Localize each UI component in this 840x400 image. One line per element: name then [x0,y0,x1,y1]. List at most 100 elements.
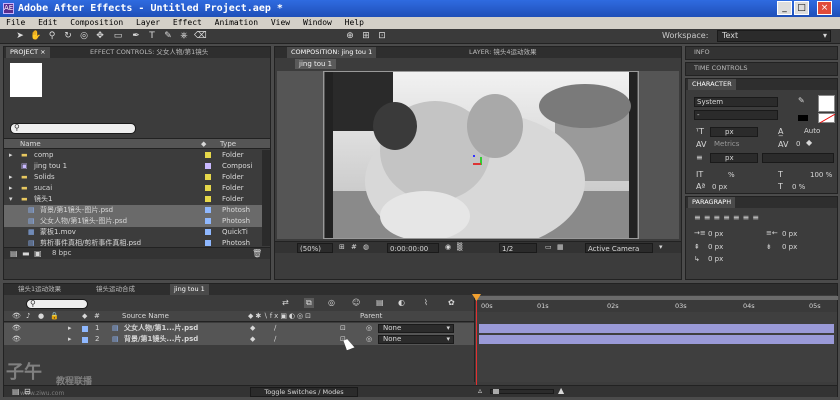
video-eye-icon[interactable]: 👁 [12,323,21,334]
column-type[interactable]: Type [220,139,236,150]
layer-name[interactable]: 背景/第1镜头...片.psd [124,334,198,345]
label-color-swatch[interactable] [205,152,211,158]
time-controls-panel[interactable]: TIME CONTROLS [685,62,838,76]
menu-edit[interactable]: Edit [38,18,57,27]
close-button[interactable]: × [817,1,832,15]
list-item[interactable]: ▸ ▬ Solids Folder [4,172,264,183]
label-color-swatch[interactable] [205,240,211,246]
character-panel-title[interactable]: CHARACTER [688,79,736,90]
tab-effect-controls[interactable]: EFFECT CONTROLS: 父女人物/第1镜头 [86,47,212,58]
column-name[interactable]: Name [20,139,41,150]
menu-window[interactable]: Window [303,18,332,27]
layer-time-graph[interactable] [474,312,837,382]
parent-dropdown[interactable]: None ▾ [378,324,454,333]
collapse-arrow-icon[interactable]: ▾ [9,194,13,205]
slider-thumb[interactable] [493,389,499,394]
composition-breadcrumb[interactable]: jing tou 1 [295,59,337,69]
project-scrollbar[interactable] [262,150,270,246]
playhead-line[interactable] [476,294,477,397]
label-color-swatch[interactable] [82,326,88,332]
table-row[interactable]: 👁 ▸ 1 ▤ 父女人物/第1...片.psd ◆ ∕ ⊡ ◎ None ▾ [4,323,474,334]
zoom-in-icon[interactable]: ▲ [558,386,564,395]
show-channel-icon[interactable]: ▒ [457,242,462,253]
tab-composition[interactable]: COMPOSITION: jing tou 1 [287,47,377,58]
tab-project[interactable]: PROJECT × [6,47,50,58]
layer-duration-bar[interactable] [479,335,834,344]
view-layout-icon[interactable]: ▾ [659,242,663,253]
parent-dropdown[interactable]: None ▾ [378,335,454,344]
view-axis-icon[interactable]: ⊡ [376,30,388,42]
current-time-field[interactable]: 0:00:00:00 [387,243,439,253]
font-family-dropdown[interactable]: System [694,97,778,107]
quality-switch-icon[interactable]: ∕ [274,323,276,334]
font-size-field[interactable]: px [710,127,758,137]
label-color-swatch[interactable] [205,218,211,224]
menu-composition[interactable]: Composition [70,18,123,27]
bit-depth-label[interactable]: 8 bpc [52,249,71,257]
horizontal-type-tool-icon[interactable]: T [146,30,158,42]
audio-icon[interactable]: ♪ [26,311,30,322]
new-folder-icon[interactable]: ▬ [22,249,30,258]
space-after-value[interactable]: 0 px [782,243,797,251]
grid-icon[interactable]: # [351,242,357,253]
lock-icon[interactable]: 🔒 [50,311,59,322]
menu-layer[interactable]: Layer [136,18,160,27]
interpret-footage-icon[interactable]: ▤ [10,249,18,258]
font-style-dropdown[interactable]: - [694,110,778,120]
tsume-value[interactable]: 0 % [792,183,805,191]
list-item[interactable]: ▣ jing tou 1 Composi [4,161,264,172]
zoom-out-icon[interactable]: ▵ [478,386,482,395]
zoom-tool-icon[interactable]: ⚲ [46,30,58,42]
layer-duration-bar[interactable] [479,324,834,333]
trash-icon[interactable]: 🗑 [252,249,262,258]
work-area-bar[interactable] [475,296,838,300]
safe-zones-icon[interactable]: ⊞ [339,242,345,253]
minimize-button[interactable]: _ [777,1,792,15]
fill-color-swatch[interactable] [818,95,835,112]
list-item[interactable]: ▤ 背景/第1镜头-图片.psd Photosh [4,205,264,216]
expand-arrow-icon[interactable]: ▸ [9,150,13,161]
expand-arrow-icon[interactable]: ▸ [9,172,13,183]
indent-left-value[interactable]: 0 px [708,230,723,238]
info-panel[interactable]: INFO [685,46,838,60]
vertical-scale-value[interactable]: % [728,171,735,179]
camera-view-dropdown[interactable]: Active Camera [585,243,653,253]
stroke-options-icon[interactable]: ◆ [806,138,812,147]
black-swatch[interactable] [798,115,808,121]
kerning-value[interactable]: Metrics [714,140,739,148]
pick-whip-icon[interactable]: ◎ [366,323,372,334]
label-color-swatch[interactable] [205,196,211,202]
transparency-grid-icon[interactable]: ▦ [557,242,564,253]
world-axis-icon[interactable]: ⊞ [360,30,372,42]
menu-effect[interactable]: Effect [173,18,202,27]
space-before-value[interactable]: 0 px [708,243,723,251]
no-stroke-swatch[interactable] [818,113,836,124]
composition-viewer[interactable] [277,71,679,239]
eraser-tool-icon[interactable]: ⌫ [194,30,207,42]
stroke-width-field[interactable]: px [710,153,758,163]
horizontal-scale-value[interactable]: 100 % [810,171,832,179]
label-color-swatch[interactable] [205,185,211,191]
label-color-swatch[interactable] [205,174,211,180]
brush-tool-icon[interactable]: ✎ [162,30,174,42]
stroke-fill-dropdown[interactable] [762,153,834,163]
region-of-interest-icon[interactable]: ▭ [545,242,552,253]
label-color-swatch[interactable] [205,207,211,213]
quality-switch-icon[interactable]: ∕ [274,334,276,345]
layer-name[interactable]: 父女人物/第1...片.psd [124,323,198,334]
snapshot-icon[interactable]: ◉ [445,242,451,253]
3d-layer-switch-icon[interactable]: ⊡ [340,323,346,334]
shy-switch-icon[interactable]: ◆ [250,323,255,334]
pan-behind-tool-icon[interactable]: ✥ [94,30,106,42]
time-ruler[interactable]: 00s 01s 02s 03s 04s 05s [474,296,838,312]
pen-tool-icon[interactable]: ✒ [130,30,142,42]
project-search-input[interactable]: ⚲ [10,123,136,134]
eyedropper-icon[interactable]: ✎ [798,96,805,105]
shy-switch-icon[interactable]: ◆ [250,334,255,345]
maximize-button[interactable]: □ [794,1,809,15]
hand-tool-icon[interactable]: ✋ [30,30,42,42]
camera-tool-icon[interactable]: ◎ [78,30,90,42]
column-source-name[interactable]: Source Name [122,311,169,322]
workspace-dropdown[interactable]: Text ▾ [717,30,831,42]
time-zoom-slider[interactable] [490,389,554,394]
